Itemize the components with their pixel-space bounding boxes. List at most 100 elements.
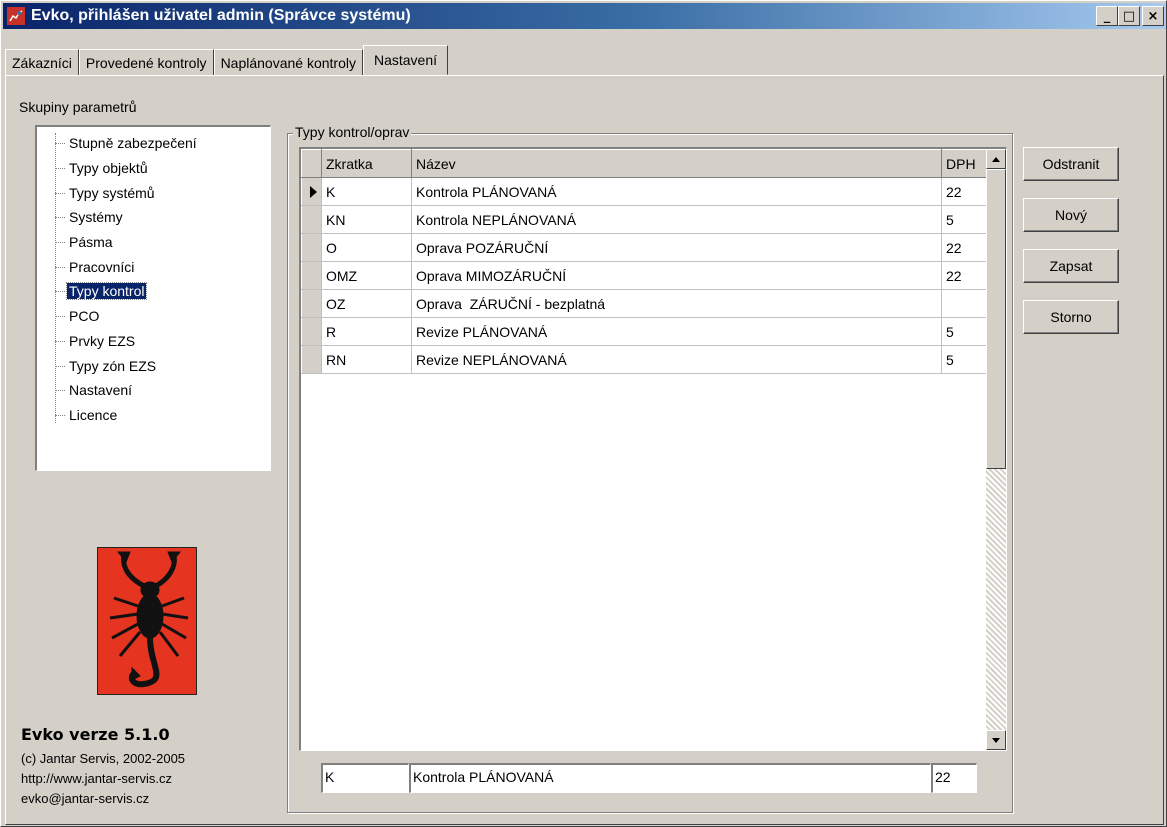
- grid-vertical-scrollbar[interactable]: [986, 149, 1006, 750]
- inspection-types-grid[interactable]: Zkratka Název DPH K Kontrola PLÁNOVANÁ 2…: [299, 147, 1007, 751]
- cell-nazev[interactable]: Revize NEPLÁNOVANÁ: [411, 345, 942, 374]
- tree-item-typy-objektu[interactable]: Typy objektů: [37, 156, 270, 181]
- window-controls: _ □ ×: [1096, 6, 1164, 26]
- tab-zakaznici[interactable]: Zákazníci: [5, 49, 79, 75]
- cell-zkratka[interactable]: K: [321, 177, 412, 206]
- tab-naplanovane-kontroly[interactable]: Naplánované kontroly: [213, 49, 363, 75]
- tree-item-label: Pracovníci: [69, 258, 135, 275]
- table-row[interactable]: RN Revize NEPLÁNOVANÁ 5: [301, 345, 988, 374]
- scorpion-app-icon: [7, 7, 25, 25]
- minimize-icon: _: [1103, 8, 1111, 24]
- cancel-button[interactable]: Storno: [1023, 300, 1119, 334]
- cell-dph[interactable]: 22: [941, 233, 988, 262]
- cell-dph[interactable]: [941, 289, 988, 318]
- cell-zkratka[interactable]: RN: [321, 345, 412, 374]
- scroll-up-button[interactable]: [986, 149, 1006, 169]
- tree-item-label: Pásma: [69, 234, 113, 251]
- tree-item-licence[interactable]: Licence: [37, 403, 270, 428]
- scroll-thumb[interactable]: [986, 169, 1006, 469]
- table-row[interactable]: KN Kontrola NEPLÁNOVANÁ 5: [301, 205, 988, 234]
- group-title: Typy kontrol/oprav: [293, 124, 412, 140]
- close-button[interactable]: ×: [1142, 6, 1164, 26]
- tree-item-pracovnici[interactable]: Pracovníci: [37, 254, 270, 279]
- tree-item-label: Systémy: [69, 209, 123, 226]
- tree-item-typy-zon-ezs[interactable]: Typy zón EZS: [37, 353, 270, 378]
- tree-item-label: Typy zón EZS: [69, 357, 157, 374]
- arrow-up-icon: [992, 157, 1000, 162]
- tab-strip: Zákazníci Provedené kontroly Naplánované…: [5, 45, 449, 75]
- current-row-pointer-icon: [310, 185, 317, 198]
- title-bar[interactable]: Evko, přihlášen uživatel admin (Správce …: [3, 3, 1166, 29]
- tree-item-prvky-ezs[interactable]: Prvky EZS: [37, 329, 270, 354]
- minimize-button[interactable]: _: [1096, 6, 1118, 26]
- table-row[interactable]: OMZ Oprava MIMOZÁRUČNÍ 22: [301, 261, 988, 290]
- scroll-down-button[interactable]: [986, 730, 1006, 750]
- cell-nazev[interactable]: Kontrola NEPLÁNOVANÁ: [411, 205, 942, 234]
- website-text: http://www.jantar-servis.cz: [21, 771, 172, 786]
- cell-dph[interactable]: 5: [941, 345, 988, 374]
- cell-dph[interactable]: 22: [941, 177, 988, 206]
- tree-item-typy-kontrol[interactable]: Typy kontrol: [37, 279, 270, 304]
- tree-item-label: Nastavení: [69, 382, 133, 399]
- zkratka-field[interactable]: K: [321, 763, 409, 793]
- row-indicator: [301, 261, 322, 290]
- cell-dph[interactable]: 5: [941, 205, 988, 234]
- tree-item-label: Stupně zabezpečení: [69, 135, 197, 152]
- parameter-group-tree[interactable]: Stupně zabezpečení Typy objektů Typy sys…: [35, 125, 271, 471]
- cell-nazev[interactable]: Kontrola PLÁNOVANÁ: [411, 177, 942, 206]
- dph-field[interactable]: 22: [931, 763, 977, 793]
- row-indicator: [301, 345, 322, 374]
- row-indicator: [301, 233, 322, 262]
- table-row[interactable]: R Revize PLÁNOVANÁ 5: [301, 317, 988, 346]
- row-indicator: [301, 177, 322, 206]
- table-row[interactable]: OZ Oprava ZÁRUČNÍ - bezplatná: [301, 289, 988, 318]
- cell-nazev[interactable]: Oprava POZÁRUČNÍ: [411, 233, 942, 262]
- column-header-dph[interactable]: DPH: [941, 149, 988, 178]
- row-indicator: [301, 289, 322, 318]
- cell-zkratka[interactable]: O: [321, 233, 412, 262]
- sidebar-heading: Skupiny parametrů: [19, 99, 137, 115]
- maximize-button[interactable]: □: [1118, 6, 1140, 26]
- new-button[interactable]: Nový: [1023, 198, 1119, 232]
- tree-item-label: Licence: [69, 406, 118, 423]
- tree-item-label: Typy objektů: [69, 160, 148, 177]
- cell-zkratka[interactable]: KN: [321, 205, 412, 234]
- tree-item-label: Prvky EZS: [69, 332, 136, 349]
- tab-provedene-kontroly[interactable]: Provedené kontroly: [78, 49, 214, 75]
- app-window: Evko, přihlášen uživatel admin (Správce …: [0, 0, 1167, 827]
- tree-item-label: Typy kontrol: [65, 282, 148, 301]
- cell-dph[interactable]: 5: [941, 317, 988, 346]
- cell-zkratka[interactable]: OMZ: [321, 261, 412, 290]
- window-title: Evko, přihlášen uživatel admin (Správce …: [31, 7, 411, 24]
- table-row[interactable]: K Kontrola PLÁNOVANÁ 22: [301, 177, 988, 206]
- email-text: evko@jantar-servis.cz: [21, 791, 150, 806]
- cell-nazev[interactable]: Revize PLÁNOVANÁ: [411, 317, 942, 346]
- tree-item-stupne-zabezpeceni[interactable]: Stupně zabezpečení: [37, 131, 270, 156]
- column-header-nazev[interactable]: Název: [411, 149, 942, 178]
- cell-zkratka[interactable]: OZ: [321, 289, 412, 318]
- tree-item-pco[interactable]: PCO: [37, 304, 270, 329]
- tree-item-pasma[interactable]: Pásma: [37, 230, 270, 255]
- tree-item-label: PCO: [69, 308, 100, 325]
- table-row[interactable]: O Oprava POZÁRUČNÍ 22: [301, 233, 988, 262]
- cell-nazev[interactable]: Oprava ZÁRUČNÍ - bezplatná: [411, 289, 942, 318]
- row-indicator: [301, 205, 322, 234]
- grid-header-row: Zkratka Název DPH: [301, 149, 988, 178]
- delete-button[interactable]: Odstranit: [1023, 147, 1119, 181]
- save-button[interactable]: Zapsat: [1023, 249, 1119, 283]
- scorpion-logo: [97, 547, 197, 695]
- cell-dph[interactable]: 22: [941, 261, 988, 290]
- tree-item-systemy[interactable]: Systémy: [37, 205, 270, 230]
- grid-corner: [301, 149, 322, 178]
- arrow-down-icon: [992, 738, 1000, 743]
- cell-zkratka[interactable]: R: [321, 317, 412, 346]
- column-header-zkratka[interactable]: Zkratka: [321, 149, 412, 178]
- tree-item-typy-systemu[interactable]: Typy systémů: [37, 180, 270, 205]
- nazev-field[interactable]: Kontrola PLÁNOVANÁ: [409, 763, 931, 793]
- maximize-icon: □: [1122, 8, 1136, 24]
- cell-nazev[interactable]: Oprava MIMOZÁRUČNÍ: [411, 261, 942, 290]
- copyright-text: (c) Jantar Servis, 2002-2005: [21, 751, 186, 766]
- tree-item-label: Typy systémů: [69, 184, 155, 201]
- tab-nastaveni[interactable]: Nastavení: [362, 45, 449, 75]
- tree-item-nastaveni[interactable]: Nastavení: [37, 378, 270, 403]
